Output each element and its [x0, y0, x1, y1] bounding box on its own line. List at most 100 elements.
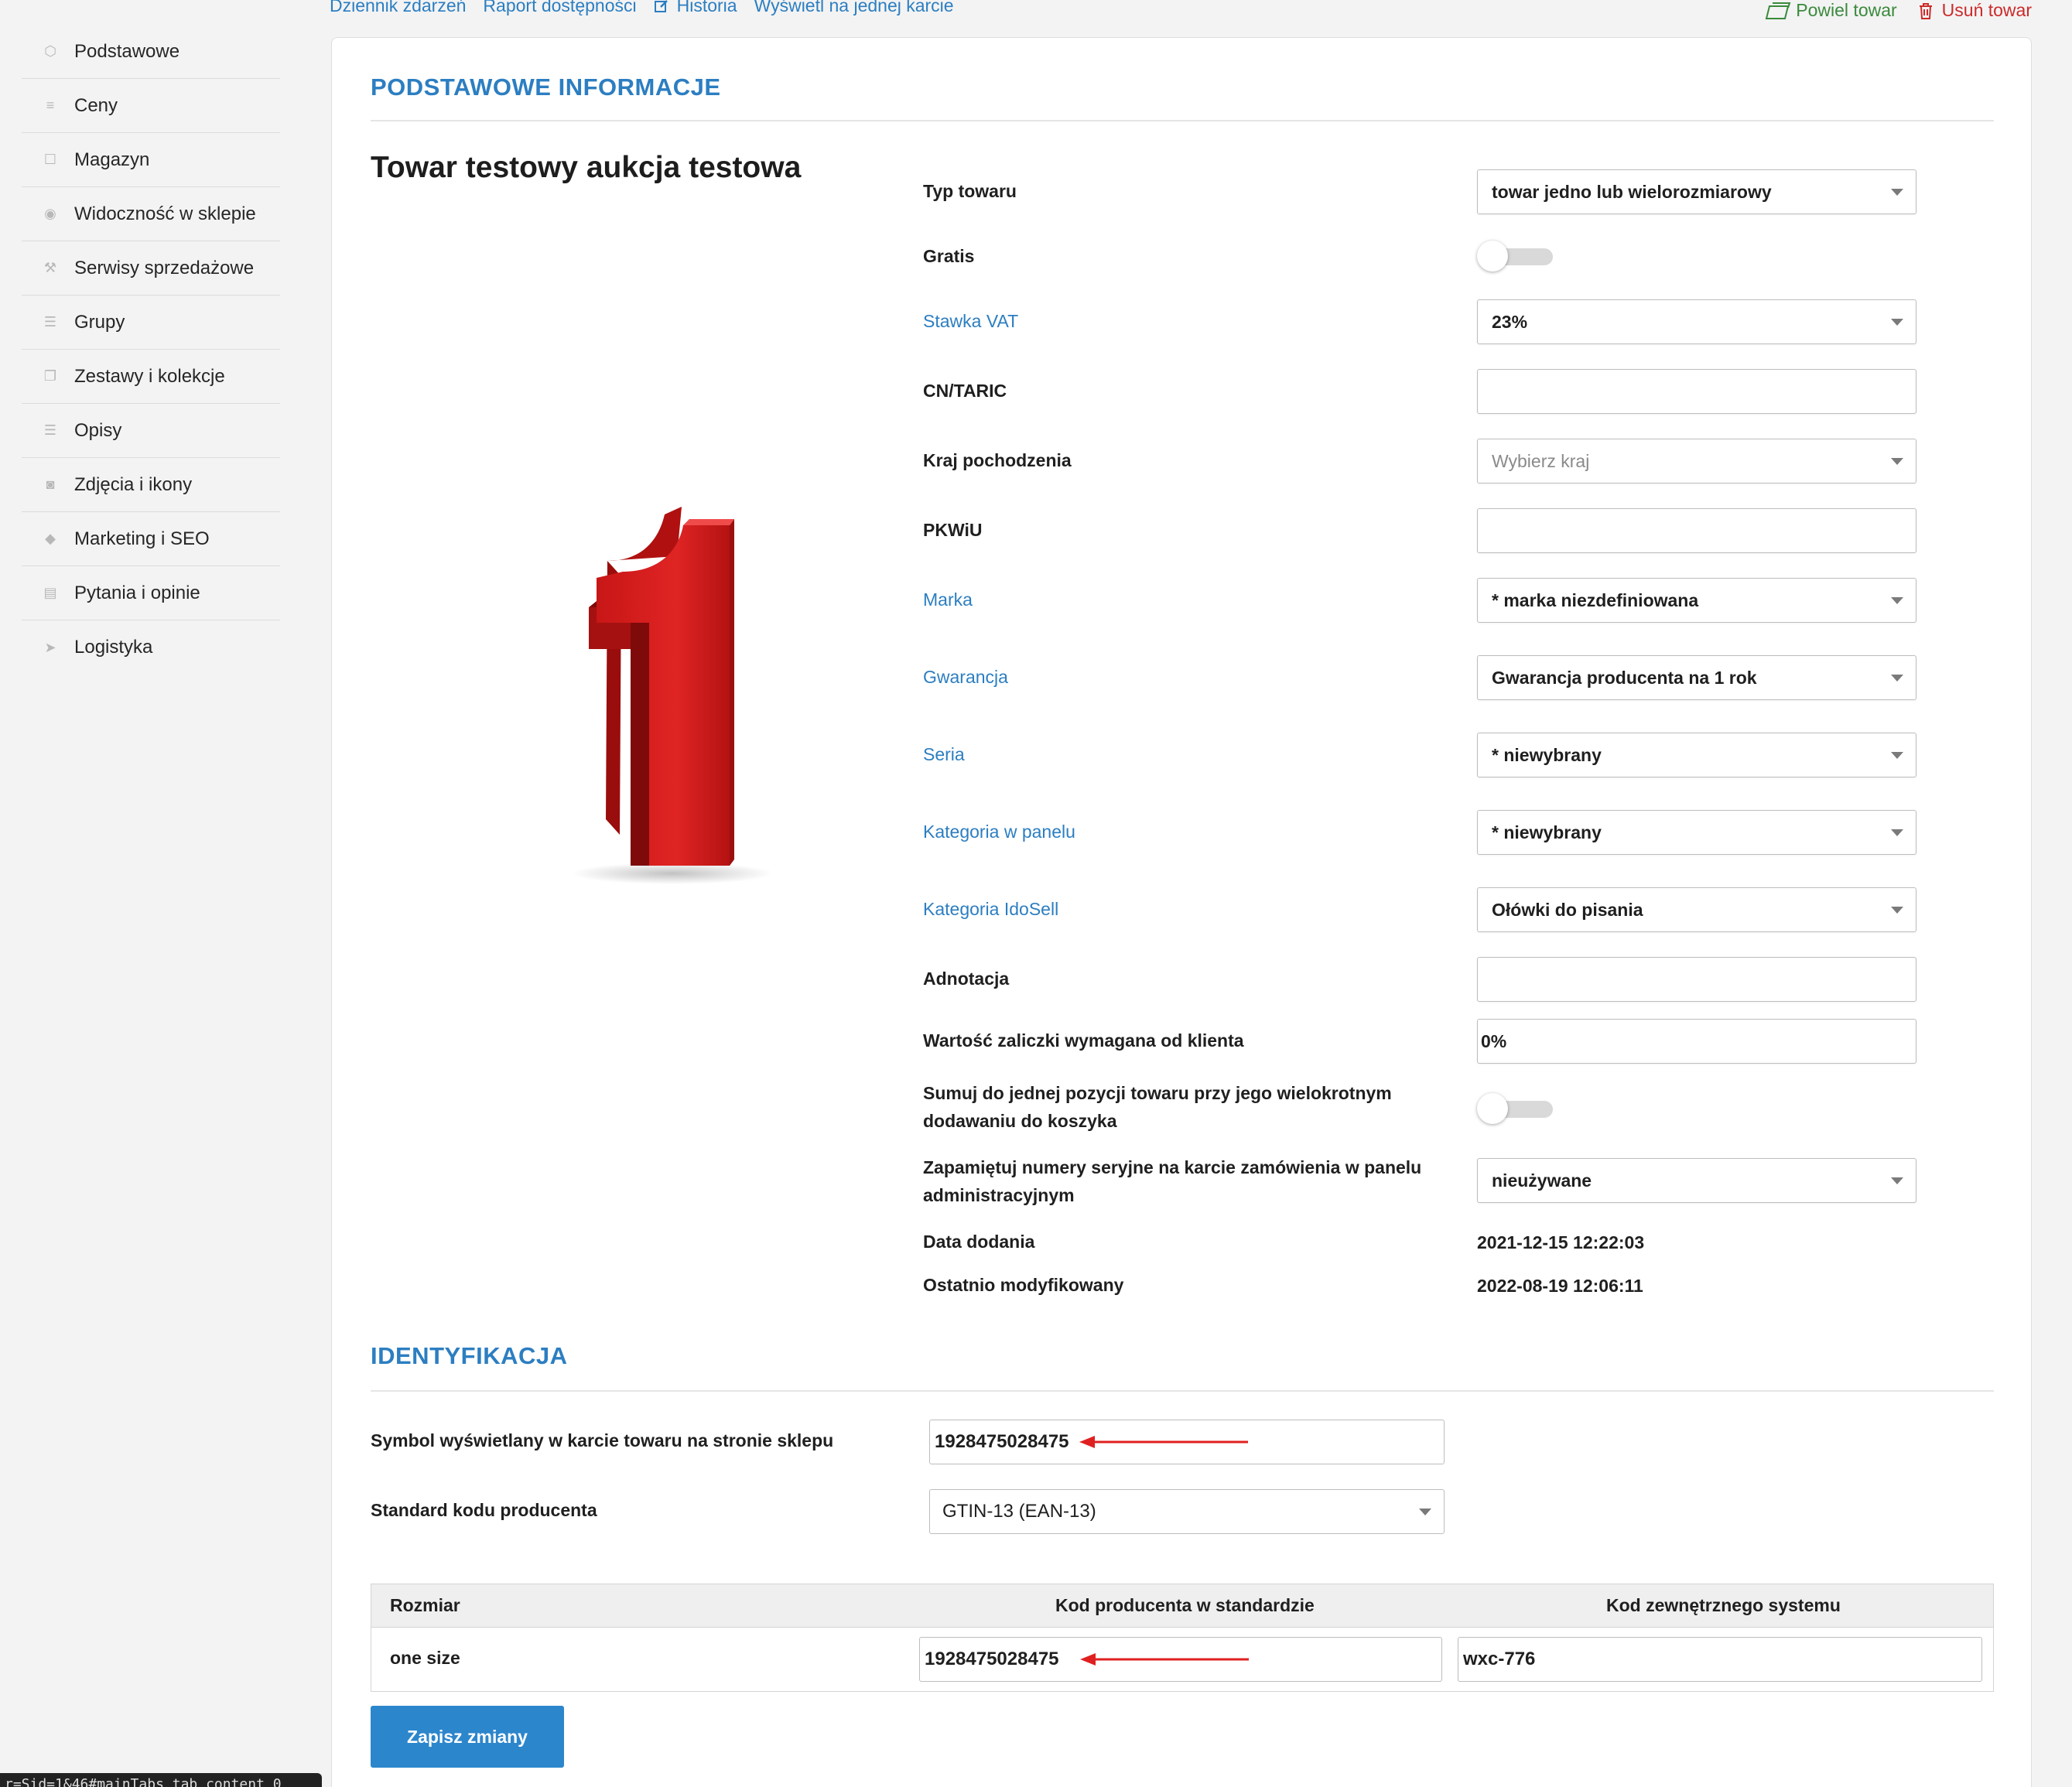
product-card: PODSTAWOWE INFORMACJE Towar testowy aukc… — [331, 37, 2032, 1787]
type-select[interactable]: towar jedno lub wielorozmiarowy — [1477, 169, 1916, 214]
trash-icon — [1919, 2, 1932, 19]
chat-icon: ▤ — [43, 585, 57, 600]
sidebar-item-podstawowe[interactable]: ⬡ Podstawowe — [22, 25, 280, 79]
product-name: Towar testowy aukcja testowa — [371, 151, 802, 184]
sidebar-item-zestawy[interactable]: ❐ Zestawy i kolekcje — [22, 350, 280, 404]
chevron-down-icon — [1891, 458, 1903, 465]
deposit-input[interactable]: 0% — [1477, 1019, 1916, 1064]
panel-category-value: * niewybrany — [1492, 822, 1602, 842]
sidebar-item-serwisy[interactable]: ⚒ Serwisy sprzedażowe — [22, 241, 280, 296]
sidebar-item-ceny[interactable]: ≡ Ceny — [22, 79, 280, 133]
sidebar-item-grupy[interactable]: ☰ Grupy — [22, 296, 280, 350]
section-title-identification: IDENTYFIKACJA — [371, 1342, 568, 1369]
field-label-warranty[interactable]: Gwarancja — [923, 663, 1008, 691]
chevron-down-icon — [1891, 829, 1903, 836]
layers-icon: ☰ — [43, 314, 57, 330]
field-label-idosell-category[interactable]: Kategoria IdoSell — [923, 895, 1058, 923]
chevron-down-icon — [1891, 675, 1903, 682]
field-label-vat[interactable]: Stawka VAT — [923, 307, 1018, 335]
sidebar-item-label: Serwisy sprzedażowe — [74, 257, 255, 278]
chevron-down-icon — [1891, 319, 1903, 326]
chevron-down-icon — [1891, 752, 1903, 759]
red-arrow-annotation — [1079, 1436, 1248, 1448]
box-icon: ☐ — [43, 152, 57, 167]
field-label-panel-category[interactable]: Kategoria w panelu — [923, 818, 1075, 846]
sidebar-item-label: Magazyn — [74, 149, 150, 170]
sidebar-item-label: Pytania i opinie — [74, 582, 200, 603]
chevron-down-icon — [1891, 907, 1903, 914]
field-label-brand[interactable]: Marka — [923, 586, 973, 613]
sidebar-item-opisy[interactable]: ☰ Opisy — [22, 404, 280, 458]
warranty-select[interactable]: Gwarancja producenta na 1 rok — [1477, 655, 1916, 700]
sidebar: ⬡ Podstawowe ≡ Ceny ☐ Magazyn ◉ Widoczność w… — [22, 25, 280, 675]
section-divider — [371, 1390, 1994, 1392]
field-label-deposit: Wartość zaliczki wymagana od klienta — [923, 1030, 1244, 1051]
chevron-down-icon — [1891, 1177, 1903, 1184]
save-changes-button[interactable]: Zapisz zmiany — [371, 1706, 564, 1768]
idosell-category-value: Ołówki do pisania — [1492, 899, 1643, 920]
history-link[interactable]: Historia — [654, 0, 737, 16]
field-label-date-modified: Ostatnio modyfikowany — [923, 1275, 1124, 1295]
panel-category-select[interactable]: * niewybrany — [1477, 810, 1916, 855]
sidebar-item-widocznosc[interactable]: ◉ Widoczność w sklepie — [22, 187, 280, 241]
vat-select-value: 23% — [1492, 311, 1528, 332]
sidebar-item-pytania[interactable]: ▤ Pytania i opinie — [22, 566, 280, 620]
delete-product-label: Usuń towar — [1941, 0, 2032, 20]
send-icon: ➤ — [44, 639, 56, 655]
field-label-series[interactable]: Seria — [923, 740, 965, 768]
chevron-down-icon — [1891, 189, 1903, 196]
sidebar-item-label: Zestawy i kolekcje — [74, 365, 225, 387]
sidebar-item-marketing[interactable]: ◆ Marketing i SEO — [22, 512, 280, 566]
section-divider — [371, 120, 1994, 121]
external-code-input[interactable]: wxc-776 — [1458, 1637, 1982, 1682]
size-cell: one size — [390, 1648, 460, 1668]
annotation-input[interactable] — [1477, 957, 1916, 1002]
field-label-type: Typ towaru — [923, 181, 1017, 201]
codes-table: Rozmiar Kod producenta w standardzie Kod… — [371, 1584, 1994, 1692]
pkwiu-input[interactable] — [1477, 508, 1916, 553]
edit-icon — [654, 0, 668, 12]
hammer-icon: ⚒ — [43, 260, 57, 275]
sidebar-item-label: Ceny — [74, 94, 118, 116]
toggle-knob — [1477, 241, 1508, 272]
serial-numbers-select[interactable]: nieużywane — [1477, 1158, 1916, 1203]
field-label-cn: CN/TARIC — [923, 381, 1007, 401]
sidebar-item-label: Zdjęcia i ikony — [74, 473, 193, 495]
toggle-knob — [1477, 1093, 1508, 1124]
symbol-label: Symbol wyświetlany w karcie towaru na st… — [371, 1430, 834, 1450]
sidebar-item-magazyn[interactable]: ☐ Magazyn — [22, 133, 280, 187]
product-image[interactable] — [494, 463, 904, 897]
sidebar-item-label: Grupy — [74, 311, 125, 333]
field-label-sum-line1: Sumuj do jednej pozycji towaru przy jego… — [923, 1083, 1392, 1103]
delete-product-button[interactable]: Usuń towar — [1917, 0, 2032, 21]
section-title-basic: PODSTAWOWE INFORMACJE — [371, 73, 721, 101]
symbol-value: 1928475028475 — [935, 1431, 1069, 1452]
deposit-value: 0% — [1481, 1030, 1507, 1051]
tag-icon: ◆ — [45, 531, 56, 546]
availability-report-link[interactable]: Raport dostępności — [483, 0, 636, 16]
cn-taric-input[interactable] — [1477, 369, 1916, 414]
cube-icon: ⬡ — [44, 43, 56, 59]
external-code-value: wxc-776 — [1463, 1649, 1536, 1669]
gratis-toggle[interactable] — [1477, 241, 1553, 272]
duplicate-product-button[interactable]: Powiel towar — [1765, 0, 1897, 21]
top-links: Dziennik zdarzeń Raport dostępności Hist… — [330, 0, 954, 16]
sum-positions-toggle[interactable] — [1477, 1093, 1553, 1124]
sidebar-item-logistyka[interactable]: ➤ Logistyka — [22, 620, 280, 675]
code-standard-value: GTIN-13 (EAN-13) — [942, 1501, 1096, 1522]
warranty-select-value: Gwarancja producenta na 1 rok — [1492, 667, 1757, 688]
vat-select[interactable]: 23% — [1477, 299, 1916, 344]
sidebar-item-zdjecia[interactable]: ◙ Zdjęcia i ikony — [22, 458, 280, 512]
field-label-sum-line2: dodawaniu do koszyka — [923, 1111, 1117, 1131]
idosell-category-select[interactable]: Ołówki do pisania — [1477, 887, 1916, 932]
country-select[interactable]: Wybierz kraj — [1477, 439, 1916, 483]
event-log-link[interactable]: Dziennik zdarzeń — [330, 0, 466, 16]
series-select[interactable]: * niewybrany — [1477, 733, 1916, 777]
brand-select[interactable]: * marka niezdefiniowana — [1477, 578, 1916, 623]
eye-icon: ◉ — [44, 206, 56, 221]
series-select-value: * niewybrany — [1492, 744, 1602, 765]
code-standard-select[interactable]: GTIN-13 (EAN-13) — [929, 1489, 1445, 1534]
field-label-country: Kraj pochodzenia — [923, 450, 1072, 470]
single-card-link[interactable]: Wyświetl na jednej karcie — [754, 0, 954, 16]
chevron-down-icon — [1891, 597, 1903, 604]
